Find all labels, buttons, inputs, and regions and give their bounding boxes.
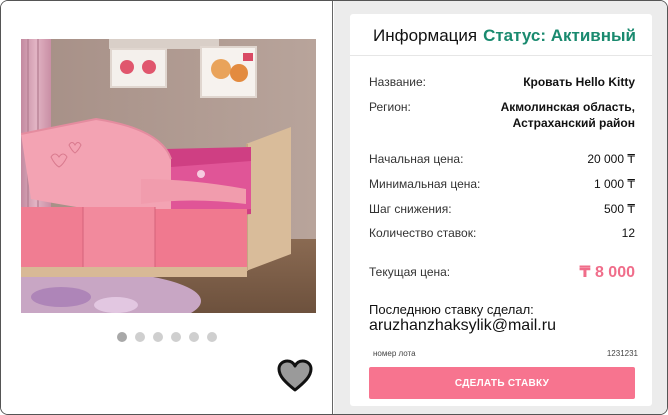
region-value-line2: Астраханский район bbox=[512, 116, 635, 130]
last-bid-label: Последнюю ставку сделал: bbox=[369, 302, 534, 317]
lot-number-label: номер лота bbox=[373, 349, 416, 358]
status-badge: Статус: Активный bbox=[483, 26, 636, 45]
details-panel: Информация Статус: Активный Название: Кр… bbox=[350, 14, 652, 406]
bed-illustration bbox=[21, 39, 316, 313]
gallery-dot-6[interactable] bbox=[207, 332, 217, 342]
heart-icon bbox=[277, 359, 313, 392]
name-value: Кровать Hello Kitty bbox=[523, 75, 635, 89]
favorite-button[interactable] bbox=[277, 359, 313, 393]
gallery-pagination bbox=[1, 332, 333, 344]
min-price-value: 1 000 ₸ bbox=[594, 177, 635, 191]
region-row: Регион: Акмолинская область, Астрахански… bbox=[369, 100, 635, 132]
info-title: Информация bbox=[373, 26, 478, 45]
auction-card: Информация Статус: Активный Название: Кр… bbox=[0, 0, 668, 415]
region-label: Регион: bbox=[369, 100, 411, 114]
start-price-value: 20 000 ₸ bbox=[587, 152, 635, 166]
gallery-dot-3[interactable] bbox=[153, 332, 163, 342]
bids-count-value: 12 bbox=[621, 226, 635, 240]
name-label: Название: bbox=[369, 75, 426, 89]
start-price-label: Начальная цена: bbox=[369, 152, 464, 166]
gallery-pane bbox=[1, 1, 333, 414]
panel-header: Информация Статус: Активный bbox=[350, 14, 652, 56]
last-bid-email: aruzhanzhaksylik@mail.ru bbox=[369, 317, 556, 334]
product-photo[interactable] bbox=[21, 39, 316, 313]
current-price-value: ₸ 8 000 bbox=[579, 264, 635, 281]
bids-count-label: Количество ставок: bbox=[369, 226, 477, 240]
gallery-dot-2[interactable] bbox=[135, 332, 145, 342]
step-value: 500 ₸ bbox=[604, 202, 635, 216]
gallery-dot-4[interactable] bbox=[171, 332, 181, 342]
min-price-label: Минимальная цена: bbox=[369, 177, 481, 191]
current-price-label: Текущая цена: bbox=[369, 265, 451, 279]
region-value-line1: Акмолинская область, bbox=[500, 100, 635, 114]
gallery-dot-5[interactable] bbox=[189, 332, 199, 342]
place-bid-button[interactable]: СДЕЛАТЬ СТАВКУ bbox=[369, 367, 635, 399]
step-label: Шаг снижения: bbox=[369, 202, 452, 216]
lot-number-value: 1231231 bbox=[606, 349, 638, 358]
gallery-dot-1[interactable] bbox=[117, 332, 127, 342]
